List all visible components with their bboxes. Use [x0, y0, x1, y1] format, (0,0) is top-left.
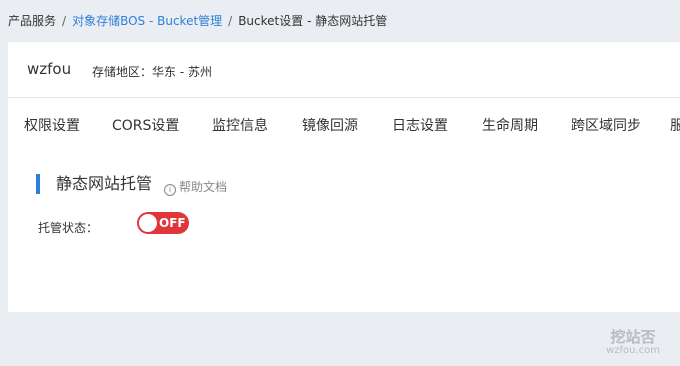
help-docs-label: 帮助文档 [179, 180, 228, 194]
tab-cross-region-sync[interactable]: 跨区域同步 [571, 115, 641, 135]
bucket-settings-panel: wzfou 存储地区：华东 - 苏州 权限设置 CORS设置 监控信息 镜像回源… [8, 42, 680, 312]
tab-permission-settings[interactable]: 权限设置 [24, 115, 80, 135]
watermark: 挖站否 wzfou.com [606, 329, 660, 357]
breadcrumb: 产品服务 / 对象存储BOS - Bucket管理 / Bucket设置 - 静态网站托… [8, 12, 387, 30]
tab-mirror-origin[interactable]: 镜像回源 [302, 115, 358, 135]
bucket-region: 存储地区：华东 - 苏州 [92, 65, 212, 79]
hosting-status-toggle[interactable]: OFF [137, 212, 189, 234]
breadcrumb-item-bos-bucket-manage[interactable]: 对象存储BOS - Bucket管理 [72, 14, 222, 28]
toggle-knob [139, 214, 157, 232]
info-icon: i [164, 184, 176, 196]
tab-log-settings[interactable]: 日志设置 [392, 115, 448, 135]
tab-lifecycle[interactable]: 生命周期 [482, 115, 538, 135]
tab-cors-settings[interactable]: CORS设置 [112, 115, 179, 135]
breadcrumb-item-current: Bucket设置 - 静态网站托管 [238, 14, 388, 28]
bucket-name: wzfou [27, 60, 72, 78]
toggle-state-text: OFF [159, 216, 186, 230]
watermark-subtitle: wzfou.com [606, 345, 660, 356]
watermark-title: 挖站否 [610, 328, 656, 346]
section-title: 静态网站托管 [36, 174, 152, 194]
hosting-status-label: 托管状态： [38, 221, 99, 235]
breadcrumb-separator: / [228, 14, 233, 28]
breadcrumb-item-product-services[interactable]: 产品服务 [8, 14, 56, 28]
bucket-header: wzfou 存储地区：华东 - 苏州 [8, 42, 680, 98]
breadcrumb-separator: / [62, 14, 67, 28]
tab-monitoring-info[interactable]: 监控信息 [212, 115, 268, 135]
help-docs-link[interactable]: i 帮助文档 [164, 178, 227, 196]
tab-more[interactable]: 服 [670, 115, 680, 135]
settings-tabs: 权限设置 CORS设置 监控信息 镜像回源 日志设置 生命周期 跨区域同步 服 [8, 98, 680, 150]
